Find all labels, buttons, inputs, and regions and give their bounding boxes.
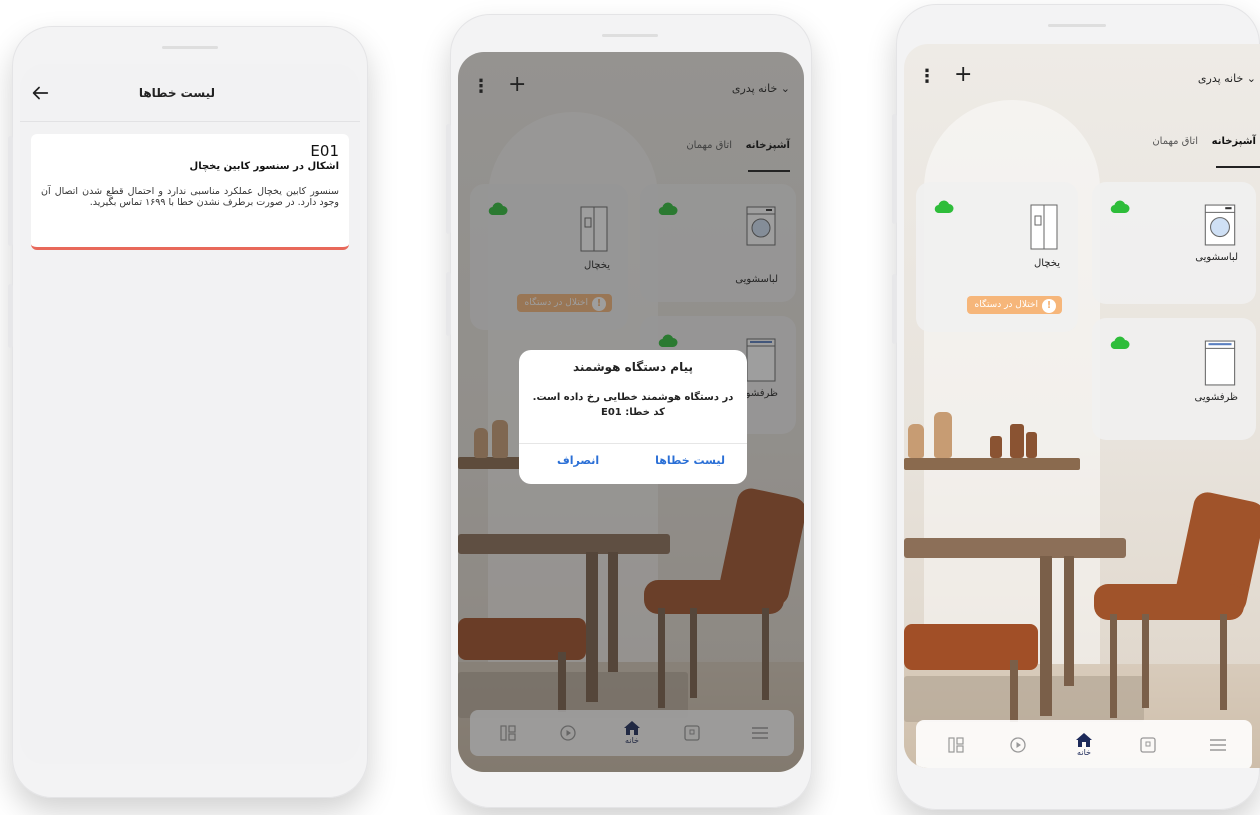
wall-shelf: [904, 458, 1080, 470]
dialog-divider: [519, 443, 747, 444]
speaker-grille: [602, 34, 658, 37]
error-description: سنسور کابین یخچال عملکرد مناسبی ندارد و …: [41, 186, 339, 208]
phone-error-list: لیست خطاها E01 اشکال در سنسور کابین یخچا…: [8, 26, 368, 798]
error-code: E01: [310, 142, 339, 160]
error-title: اشکال در سنسور کابین یخچال: [189, 161, 339, 172]
cloud-online-icon: [1110, 200, 1130, 213]
table-leg: [1040, 556, 1052, 716]
chevron-down-icon: ⌄: [1246, 72, 1256, 85]
dialog-message: در دستگاه هوشمند خطایی رخ داده است. کد خ…: [519, 390, 747, 420]
device-card-dishwasher[interactable]: ظرفشویی: [1092, 318, 1256, 440]
warning-text: اختلال در دستگاه: [974, 300, 1038, 310]
jar: [990, 436, 1002, 458]
play-circle-icon: [1010, 737, 1026, 753]
side-button: [446, 272, 451, 336]
bottom-navigation: خانه: [916, 720, 1252, 768]
dining-table: [904, 538, 1126, 558]
phone-dialog: ⋮ + ⌄ خانه پدری آشپزخانه اتاق مهمان لباس…: [446, 14, 812, 808]
chair-leg: [1142, 614, 1149, 708]
side-button: [892, 114, 897, 224]
nav-menu[interactable]: [1198, 720, 1238, 768]
smart-device-dialog: پیام دستگاه هوشمند در دستگاه هوشمند خطای…: [519, 350, 747, 484]
tab-kitchen[interactable]: آشپزخانه: [1212, 136, 1256, 147]
device-warning-badge[interactable]: ! اختلال در دستگاه: [966, 296, 1062, 314]
hamburger-icon: [1210, 739, 1226, 751]
cancel-button[interactable]: انصراف: [557, 454, 599, 467]
device-card-fridge[interactable]: یخچال ! اختلال در دستگاه: [916, 182, 1078, 332]
side-button: [446, 124, 451, 234]
more-menu-icon[interactable]: ⋮: [918, 66, 936, 87]
dialog-message-line: در دستگاه هوشمند خطایی رخ داده است.: [532, 392, 734, 403]
app-bar: لیست خطاها: [20, 64, 360, 122]
home-icon: [1076, 733, 1092, 747]
chair-leg: [1220, 614, 1227, 710]
warning-icon: !: [1042, 299, 1056, 313]
add-icon[interactable]: +: [954, 62, 972, 87]
dashboard-icon: [948, 737, 964, 753]
vase: [934, 412, 952, 458]
error-card[interactable]: E01 اشکال در سنسور کابین یخچال سنسور کاب…: [31, 134, 349, 250]
error-list-button[interactable]: لیست خطاها: [655, 454, 725, 467]
dishwasher-icon: [1204, 340, 1236, 386]
screen-error-list: لیست خطاها E01 اشکال در سنسور کابین یخچا…: [20, 64, 360, 764]
speaker-grille: [162, 46, 218, 49]
side-button: [892, 274, 897, 344]
rug: [904, 676, 1144, 722]
nav-home-label: خانه: [1077, 748, 1091, 757]
side-button: [8, 284, 13, 348]
screen-home: ⋮ + ⌄ خانه پدری آشپزخانه اتاق مهمان لباس…: [904, 44, 1260, 768]
dialog-error-code: کد خطا: E01: [600, 407, 665, 418]
cloud-online-icon: [1110, 336, 1130, 349]
device-label: لباسشویی: [1195, 252, 1238, 263]
nav-scenarios[interactable]: [1128, 720, 1168, 768]
nav-home[interactable]: خانه: [1064, 720, 1104, 768]
home-selector[interactable]: ⌄ خانه پدری: [1198, 72, 1256, 85]
table-leg: [1064, 556, 1074, 686]
dialog-title: پیام دستگاه هوشمند: [572, 360, 693, 374]
page-title: لیست خطاها: [138, 86, 215, 100]
speaker-grille: [1048, 24, 1106, 27]
top-bar: ⋮ + ⌄ خانه پدری: [904, 44, 1260, 108]
note-icon: [1140, 737, 1156, 753]
fridge-icon: [1030, 204, 1058, 250]
vase: [908, 424, 924, 458]
bench-leg: [1010, 660, 1018, 722]
home-name: خانه پدری: [1197, 72, 1244, 85]
chair-leg: [1110, 614, 1117, 718]
cloud-online-icon: [934, 200, 954, 213]
nav-dashboard[interactable]: [936, 720, 976, 768]
device-label: یخچال: [1033, 258, 1060, 269]
tab-guest-room[interactable]: اتاق مهمان: [1152, 136, 1198, 147]
device-card-washer[interactable]: لباسشویی: [1092, 182, 1256, 304]
jar: [1026, 432, 1037, 458]
jar: [1010, 424, 1024, 458]
tab-underline: [1216, 166, 1260, 168]
device-label: ظرفشویی: [1194, 392, 1238, 403]
side-button: [8, 136, 13, 246]
screen-dialog: ⋮ + ⌄ خانه پدری آشپزخانه اتاق مهمان لباس…: [458, 52, 804, 772]
phone-home: ⋮ + ⌄ خانه پدری آشپزخانه اتاق مهمان لباس…: [892, 4, 1260, 810]
back-arrow-icon[interactable]: [29, 82, 51, 104]
washing-machine-icon: [1204, 204, 1236, 246]
nav-play[interactable]: [998, 720, 1038, 768]
